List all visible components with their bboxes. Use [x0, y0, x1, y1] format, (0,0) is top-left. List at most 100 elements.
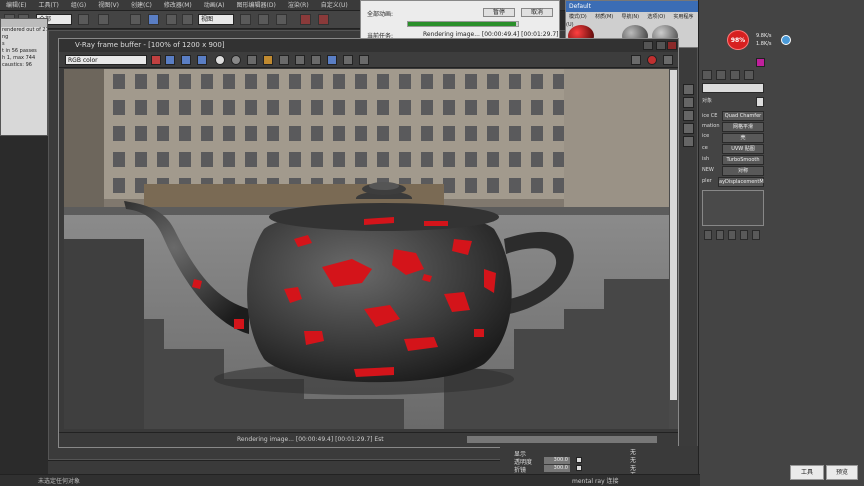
render-icon[interactable] — [631, 55, 641, 65]
cp-row-label: ish — [702, 156, 710, 162]
scrollbar-thumb[interactable] — [670, 70, 677, 400]
object-color-swatch[interactable] — [756, 58, 765, 67]
prop-checkbox[interactable] — [576, 465, 582, 471]
maximize-icon[interactable] — [656, 41, 666, 50]
snap-toggle-icon[interactable] — [276, 14, 287, 25]
mated-menu-navigation[interactable]: 导航(N) — [618, 14, 642, 20]
vfb-side-icon[interactable] — [683, 136, 694, 147]
cp-icon-1[interactable] — [702, 70, 712, 80]
percent-snap-icon[interactable] — [318, 14, 329, 25]
vfb-title-bar[interactable]: V-Ray frame buffer - [100% of 1200 x 900… — [59, 39, 678, 52]
mated-menu-material[interactable]: 材质(M) — [592, 14, 616, 20]
color-channel-icon[interactable] — [151, 55, 161, 65]
save-image-icon[interactable] — [247, 55, 257, 65]
log-line: t in 56 passes — [2, 48, 37, 54]
blue-channel-icon[interactable] — [197, 55, 207, 65]
cancel-button[interactable]: 取消 — [521, 8, 553, 17]
menu-rendering[interactable]: 渲染(R) — [282, 0, 315, 10]
prop-checkbox[interactable] — [576, 457, 582, 463]
cp-icon-3[interactable] — [730, 70, 740, 80]
menu-create[interactable]: 创建(C) — [125, 0, 158, 10]
select-by-name-icon[interactable] — [98, 14, 109, 25]
vfb-title-text: V-Ray frame buffer - [100% of 1200 x 900… — [75, 41, 225, 49]
menu-modifiers[interactable]: 修改器(M) — [158, 0, 198, 10]
green-channel-icon[interactable] — [181, 55, 191, 65]
cp-row-label: ice — [702, 133, 710, 139]
region-render-icon[interactable] — [327, 55, 337, 65]
modifier-button-shell[interactable]: 壳 — [722, 133, 764, 143]
log-line: rendered out of 27 — [2, 27, 47, 33]
pin-stack-icon[interactable] — [704, 230, 712, 240]
menu-view[interactable]: 视图(V) — [92, 0, 125, 10]
cp-icon-4[interactable] — [744, 70, 754, 80]
mated-menu-options[interactable]: 选项(O) — [644, 14, 668, 20]
tools-button[interactable]: 工具 — [790, 465, 824, 480]
modifier-button-meshsmooth[interactable]: 网格平滑 — [722, 122, 764, 132]
select-icon[interactable] — [78, 14, 89, 25]
rotate-icon[interactable] — [166, 14, 177, 25]
vfb-status-bar: Rendering image... [00:00:49.4] [00:01:2… — [59, 432, 678, 446]
angle-snap-icon[interactable] — [300, 14, 311, 25]
modifier-button-turbosmooth[interactable]: TurboSmooth — [722, 155, 764, 165]
cp-icon-2[interactable] — [716, 70, 726, 80]
render-last-icon[interactable] — [663, 55, 673, 65]
pivot-icon[interactable] — [240, 14, 251, 25]
selection-status-text: 未选定任何对象 — [38, 478, 81, 485]
timeline-track[interactable] — [48, 460, 500, 474]
red-channel-icon[interactable] — [165, 55, 175, 65]
cp-row-label: ice CE — [702, 113, 718, 119]
stop-render-icon[interactable] — [647, 55, 657, 65]
alpha-channel-icon[interactable] — [215, 55, 225, 65]
move-icon[interactable] — [148, 14, 159, 25]
configure-sets-icon[interactable] — [752, 230, 760, 240]
render-channel-dropdown[interactable]: RGB color — [65, 55, 147, 65]
clear-image-icon[interactable] — [279, 55, 289, 65]
network-monitor-icon[interactable] — [781, 35, 791, 45]
menu-tools[interactable]: 工具(T) — [32, 0, 64, 10]
vray-frame-buffer-window: V-Ray frame buffer - [100% of 1200 x 900… — [58, 38, 679, 448]
vfb-side-icon[interactable] — [683, 123, 694, 134]
scale-icon[interactable] — [182, 14, 193, 25]
modifier-button-quad-chamfer[interactable]: Quad Chamfer — [722, 111, 764, 121]
rendered-image[interactable] — [64, 69, 669, 429]
menu-graph-editors[interactable]: 图形编辑器(D) — [231, 0, 282, 10]
menu-edit[interactable]: 编辑(E) — [0, 0, 32, 10]
history-icon[interactable] — [343, 55, 353, 65]
object-name-field[interactable] — [702, 83, 764, 93]
select-manipulate-icon[interactable] — [258, 14, 269, 25]
modifier-button-vray-displacement[interactable]: ayDisplacementM — [718, 177, 764, 187]
menu-group[interactable]: 组(G) — [65, 0, 92, 10]
minimize-icon[interactable] — [643, 41, 653, 50]
menu-customize[interactable]: 自定义(U) — [315, 0, 354, 10]
vfb-horizontal-scrollbar[interactable] — [467, 436, 657, 443]
mono-channel-icon[interactable] — [231, 55, 241, 65]
prop-value-field[interactable]: 300.0 — [544, 457, 570, 464]
close-icon[interactable] — [667, 41, 677, 50]
load-image-icon[interactable] — [263, 55, 273, 65]
show-end-result-icon[interactable] — [716, 230, 724, 240]
reference-coord-dropdown[interactable]: 视图 — [198, 14, 234, 25]
copy-to-max-icon[interactable] — [295, 55, 305, 65]
cp-row-label: mation — [702, 123, 720, 129]
prop-value-field[interactable]: 300.0 — [544, 465, 570, 472]
remove-modifier-icon[interactable] — [740, 230, 748, 240]
pause-button[interactable]: 暂停 — [483, 8, 515, 17]
lens-effects-icon[interactable] — [359, 55, 369, 65]
cpu-usage-badge[interactable]: 98% — [727, 30, 749, 50]
modifier-button-uvw-map[interactable]: UVW 贴图 — [722, 144, 764, 154]
modifier-stack-list[interactable] — [702, 190, 764, 226]
make-unique-icon[interactable] — [728, 230, 736, 240]
vfb-side-icon[interactable] — [683, 97, 694, 108]
mated-menu-modes[interactable]: 模式(D) — [566, 14, 590, 20]
vfb-vertical-scrollbar[interactable] — [669, 69, 678, 429]
modifier-list-dropdown-arrow[interactable] — [756, 97, 764, 107]
render-log-panel: rendered out of 27 ng s t in 56 passes h… — [0, 18, 48, 136]
cp-row-label: NEW — [702, 167, 714, 173]
modifier-button-symmetry[interactable]: 对称 — [722, 166, 764, 176]
menu-animation[interactable]: 动画(A) — [198, 0, 231, 10]
track-mouse-icon[interactable] — [311, 55, 321, 65]
rect-select-icon[interactable] — [130, 14, 141, 25]
vfb-side-icon[interactable] — [683, 84, 694, 95]
preview-button[interactable]: 预览 — [826, 465, 858, 480]
vfb-side-icon[interactable] — [683, 110, 694, 121]
